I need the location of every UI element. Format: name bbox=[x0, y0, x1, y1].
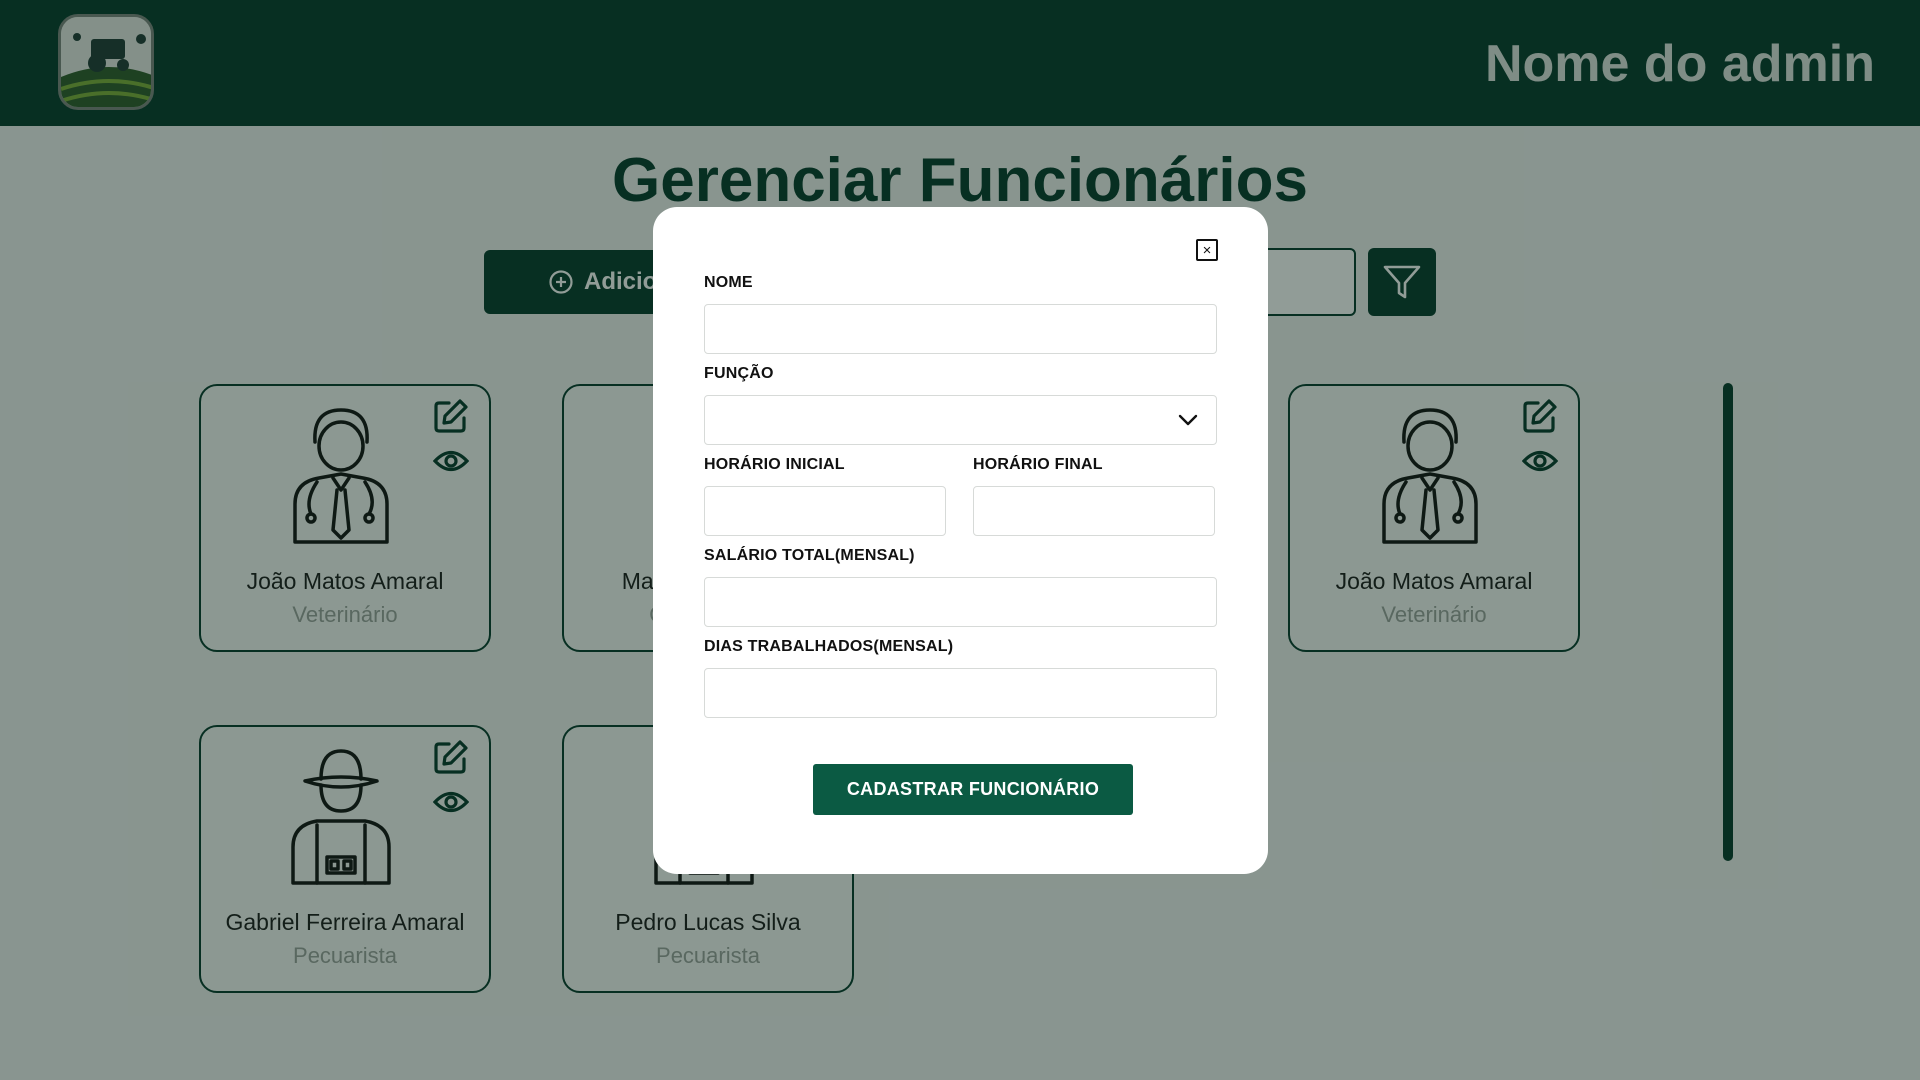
nome-label: NOME bbox=[704, 274, 753, 291]
add-employee-modal: × NOME FUNÇÃO HORÁRIO INICIAL HORÁRIO FI… bbox=[653, 207, 1268, 874]
funcao-label: FUNÇÃO bbox=[704, 365, 774, 382]
submit-button[interactable]: CADASTRAR FUNCIONÁRIO bbox=[813, 764, 1133, 815]
horario-inicial-label: HORÁRIO INICIAL bbox=[704, 456, 845, 473]
horario-inicial-field[interactable] bbox=[704, 486, 946, 536]
dias-label: DIAS TRABALHADOS(MENSAL) bbox=[704, 638, 954, 655]
salario-label: SALÁRIO TOTAL(MENSAL) bbox=[704, 547, 915, 564]
salario-field[interactable] bbox=[704, 577, 1217, 627]
horario-final-label: HORÁRIO FINAL bbox=[973, 456, 1103, 473]
chevron-down-icon bbox=[1178, 414, 1198, 426]
nome-field[interactable] bbox=[704, 304, 1217, 354]
horario-final-field[interactable] bbox=[973, 486, 1215, 536]
dias-field[interactable] bbox=[704, 668, 1217, 718]
funcao-select[interactable] bbox=[704, 395, 1217, 445]
close-icon[interactable]: × bbox=[1196, 239, 1218, 261]
